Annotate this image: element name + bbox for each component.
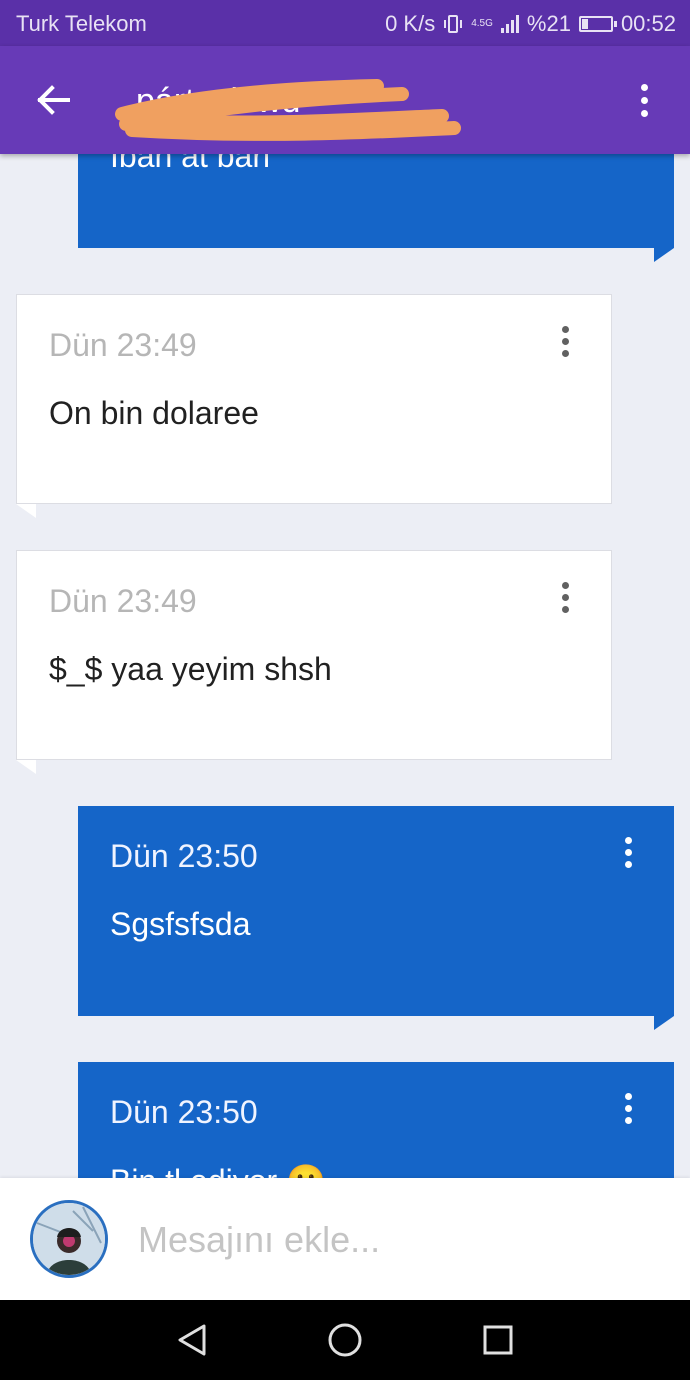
avatar[interactable] bbox=[30, 1200, 108, 1278]
app-bar: pártoclowd bbox=[0, 46, 690, 154]
signal-icon bbox=[500, 15, 519, 33]
redaction-scribble bbox=[115, 79, 461, 141]
message-text: Iban at bari bbox=[110, 154, 271, 174]
message-input[interactable] bbox=[138, 1214, 658, 1266]
message-bubble-incoming[interactable]: Dün 23:49 On bin dolaree bbox=[16, 294, 612, 504]
bubble-tail bbox=[654, 248, 674, 262]
nav-home-button[interactable] bbox=[325, 1320, 365, 1360]
message-composer bbox=[0, 1178, 690, 1300]
more-options-button[interactable] bbox=[626, 80, 662, 120]
back-button[interactable] bbox=[30, 80, 76, 120]
message-bubble-incoming[interactable]: Dün 23:49 $_$ yaa yeyim shsh bbox=[16, 550, 612, 760]
circle-home-icon bbox=[328, 1323, 362, 1357]
bubble-tail bbox=[16, 760, 36, 774]
network-type: 4.5G bbox=[471, 18, 493, 29]
triangle-back-icon bbox=[178, 1324, 206, 1356]
system-nav-bar bbox=[0, 1300, 690, 1380]
battery-percent: %21 bbox=[526, 11, 571, 36]
battery-fill bbox=[581, 19, 589, 29]
battery-icon bbox=[578, 16, 617, 32]
message-time: Dün 23:50 bbox=[110, 1094, 258, 1130]
message-bubble-outgoing[interactable]: Dün 23:50 Sgsfsfsda bbox=[78, 806, 674, 1016]
message-menu-button[interactable] bbox=[555, 577, 575, 617]
message-text: On bin dolaree bbox=[49, 395, 259, 431]
clock: 00:52 bbox=[620, 11, 676, 36]
square-recents-icon bbox=[483, 1325, 513, 1355]
message-text: Sgsfsfsda bbox=[110, 906, 251, 942]
message-time: Dün 23:49 bbox=[49, 583, 197, 619]
bubble-tail bbox=[16, 504, 36, 518]
nav-recents-button[interactable] bbox=[478, 1320, 518, 1360]
message-bubble-outgoing[interactable]: Iban at bari bbox=[78, 154, 674, 248]
bubble-tail bbox=[654, 1016, 674, 1030]
message-menu-button[interactable] bbox=[555, 321, 575, 361]
message-time: Dün 23:49 bbox=[49, 327, 197, 363]
nav-back-button[interactable] bbox=[172, 1320, 212, 1360]
network-speed: 0 K/s bbox=[385, 11, 436, 36]
message-bubble-outgoing[interactable]: Dün 23:50 Bin tl ediyor 🙂 bbox=[78, 1062, 674, 1178]
arrow-left-icon bbox=[37, 85, 70, 115]
vibrate-icon bbox=[443, 13, 463, 35]
message-time: Dün 23:50 bbox=[110, 838, 258, 874]
message-text: Bin tl ediyor 🙂 bbox=[110, 1162, 326, 1178]
message-text: $_$ yaa yeyim shsh bbox=[49, 651, 332, 687]
carrier-name: Turk Telekom bbox=[16, 11, 147, 36]
status-bar: Turk Telekom 0 K/s 4.5G %21 00:52 bbox=[0, 0, 690, 46]
message-list[interactable]: Iban at bari Dün 23:49 On bin dolaree Dü… bbox=[0, 154, 690, 1178]
status-indicators: 0 K/s 4.5G %21 00:52 bbox=[385, 11, 676, 37]
message-menu-button[interactable] bbox=[618, 1088, 638, 1128]
message-menu-button[interactable] bbox=[618, 832, 638, 872]
user-photo bbox=[33, 1203, 105, 1275]
